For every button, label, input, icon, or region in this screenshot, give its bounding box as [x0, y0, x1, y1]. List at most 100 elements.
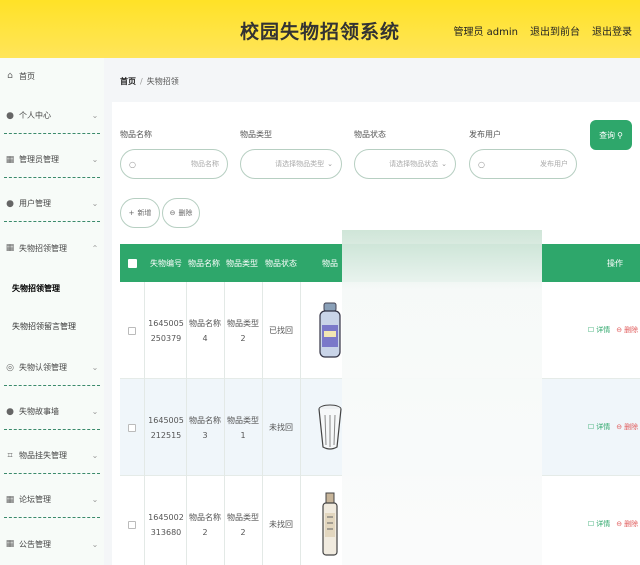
sidebar-item-personal-center[interactable]: ● 个人中心 ⌄: [4, 98, 100, 134]
cell-ops: ☐ 详情 ⊖ 删除: [586, 379, 640, 476]
search-icon: ⚲: [617, 130, 623, 140]
home-icon: ⌂: [7, 71, 13, 81]
detail-button[interactable]: ☐ 详情: [588, 420, 610, 435]
publisher-placeholder: 发布用户: [540, 160, 568, 168]
col-header-ops: 操作: [607, 258, 623, 268]
blurred-region: [342, 230, 542, 565]
publisher-input[interactable]: ○ 发布用户: [469, 149, 577, 179]
chevron-down-icon: ⌄: [91, 539, 99, 549]
row-checkbox[interactable]: [120, 379, 144, 476]
sidebar-item-label: 论坛管理: [19, 495, 51, 504]
row-checkbox[interactable]: [120, 282, 144, 379]
cell-id: 1645005 212515: [148, 415, 184, 440]
cell-ops: ☐ 详情 ⊖ 删除: [586, 476, 640, 565]
trash-icon: ⊖: [616, 423, 623, 431]
logout-link[interactable]: 退出登录: [592, 23, 632, 38]
sidebar-item-label: 管理员管理: [19, 155, 59, 164]
sidebar-item-lost-found-management[interactable]: ▦ 失物招领管理 ⌃: [4, 230, 100, 266]
delete-button[interactable]: ⊖ 删除: [162, 198, 200, 228]
add-button-label: 新增: [137, 209, 152, 217]
delete-row-button[interactable]: ⊖ 删除: [616, 323, 638, 338]
detail-button[interactable]: ☐ 详情: [588, 517, 610, 532]
user-icon: ●: [6, 110, 14, 121]
sidebar-subitem-lost-found-comments[interactable]: 失物招领留言管理: [12, 321, 76, 332]
breadcrumb: 首页 / 失物招领: [120, 77, 179, 86]
cell-id: 1645005 250379: [148, 318, 184, 343]
detail-button[interactable]: ☐ 详情: [588, 323, 610, 338]
row-checkbox[interactable]: [120, 476, 144, 565]
delete-row-button[interactable]: ⊖ 删除: [616, 517, 638, 532]
sidebar-item-label: 个人中心: [19, 111, 51, 120]
admin-user-label: 管理员 admin: [453, 27, 518, 38]
cell-ops: ☐ 详情 ⊖ 删除: [586, 282, 640, 379]
chevron-down-icon: ⌄: [91, 363, 99, 372]
trash-icon: ⊖: [169, 209, 176, 217]
edit-icon: ☐: [587, 423, 595, 431]
item-type-select[interactable]: 请选择物品类型 ⌄: [240, 149, 342, 179]
filter-label-publisher: 发布用户: [469, 130, 501, 139]
trash-icon: ⊖: [616, 520, 623, 528]
chevron-down-icon: ⌄: [91, 155, 99, 164]
sidebar-subitem-lost-found[interactable]: 失物招领管理: [12, 283, 60, 294]
col-header-type: 物品类型: [226, 258, 258, 268]
user-icon: ●: [6, 406, 14, 417]
header-links: 管理员 admin 退出到前台 退出登录: [453, 23, 632, 38]
sidebar-item-notice-management[interactable]: ▦ 公告管理 ⌄: [4, 526, 100, 562]
filter-label-item-type: 物品类型: [240, 130, 272, 139]
exit-to-front-link[interactable]: 退出到前台: [530, 23, 580, 38]
sidebar-item-label: 首页: [19, 71, 35, 81]
chevron-down-icon: ⌄: [91, 111, 99, 120]
cell-id: 1645002 313680: [148, 512, 184, 537]
frame-icon: ⌗: [7, 450, 13, 461]
search-icon: ○: [478, 159, 485, 169]
select-all-checkbox[interactable]: [120, 244, 144, 282]
item-name-placeholder: 物品名称: [191, 160, 219, 168]
grid-icon: ▦: [5, 539, 15, 549]
cell-status: 未找回: [269, 520, 293, 529]
chevron-down-icon: ⌄: [91, 495, 99, 504]
sidebar-item-claim-management[interactable]: ◎ 失物认领管理 ⌄: [4, 350, 100, 386]
breadcrumb-home[interactable]: 首页: [120, 77, 136, 86]
sidebar-item-label: 失物认领管理: [19, 363, 67, 372]
sidebar-item-label: 公告管理: [19, 539, 51, 549]
sidebar-item-label: 失物故事墙: [19, 407, 59, 416]
item-status-select[interactable]: 请选择物品状态 ⌄: [354, 149, 456, 179]
cell-type: 物品类型 1: [227, 415, 259, 440]
chevron-down-icon: ⌄: [91, 407, 99, 416]
user-icon: ●: [6, 198, 14, 209]
grid-icon: ▦: [5, 494, 15, 505]
sidebar-item-forum-management[interactable]: ▦ 论坛管理 ⌄: [4, 482, 100, 518]
sidebar-item-admin-management[interactable]: ▦ 管理员管理 ⌄: [4, 142, 100, 178]
sidebar-item-loss-report-management[interactable]: ⌗ 物品挂失管理 ⌄: [4, 438, 100, 474]
search-icon: ○: [129, 159, 136, 169]
sidebar-item-home[interactable]: ⌂ 首页: [4, 58, 100, 94]
sidebar-item-story-wall[interactable]: ● 失物故事墙 ⌄: [4, 394, 100, 430]
col-header-status: 物品状态: [265, 258, 297, 268]
add-button[interactable]: + 新增: [120, 198, 160, 228]
chevron-down-icon: ⌄: [327, 160, 333, 168]
col-header-name: 物品名称: [188, 258, 220, 268]
sidebar-item-label: 失物招领管理: [19, 243, 67, 253]
chevron-down-icon: ⌄: [441, 160, 447, 168]
item-name-input[interactable]: ○ 物品名称: [120, 149, 228, 179]
cell-name: 物品名称 2: [189, 512, 221, 537]
sidebar-item-label: 物品挂失管理: [19, 451, 67, 460]
chevron-down-icon: ⌄: [91, 199, 99, 208]
delete-row-button[interactable]: ⊖ 删除: [616, 420, 638, 435]
chevron-down-icon: ⌄: [91, 451, 99, 460]
cell-status: 未找回: [269, 423, 293, 432]
item-status-placeholder: 请选择物品状态: [389, 160, 439, 168]
edit-icon: ☐: [587, 326, 595, 334]
sidebar-item-user-management[interactable]: ● 用户管理 ⌄: [4, 186, 100, 222]
cell-type: 物品类型 2: [227, 512, 259, 537]
plus-icon: +: [128, 209, 135, 217]
cell-name: 物品名称 3: [189, 415, 221, 440]
breadcrumb-current: 失物招领: [146, 77, 179, 86]
search-button[interactable]: 查询 ⚲: [590, 120, 632, 150]
cell-name: 物品名称 4: [189, 318, 221, 343]
grid-icon: ▦: [5, 243, 15, 253]
sidebar-item-label: 用户管理: [19, 199, 51, 208]
sidebar: ⌂ 首页 ● 个人中心 ⌄ ▦ 管理员管理 ⌄ ● 用户管理 ⌄ ▦ 失物招领管…: [0, 58, 104, 565]
cell-status: 已找回: [269, 326, 293, 335]
filter-label-item-status: 物品状态: [354, 130, 386, 139]
